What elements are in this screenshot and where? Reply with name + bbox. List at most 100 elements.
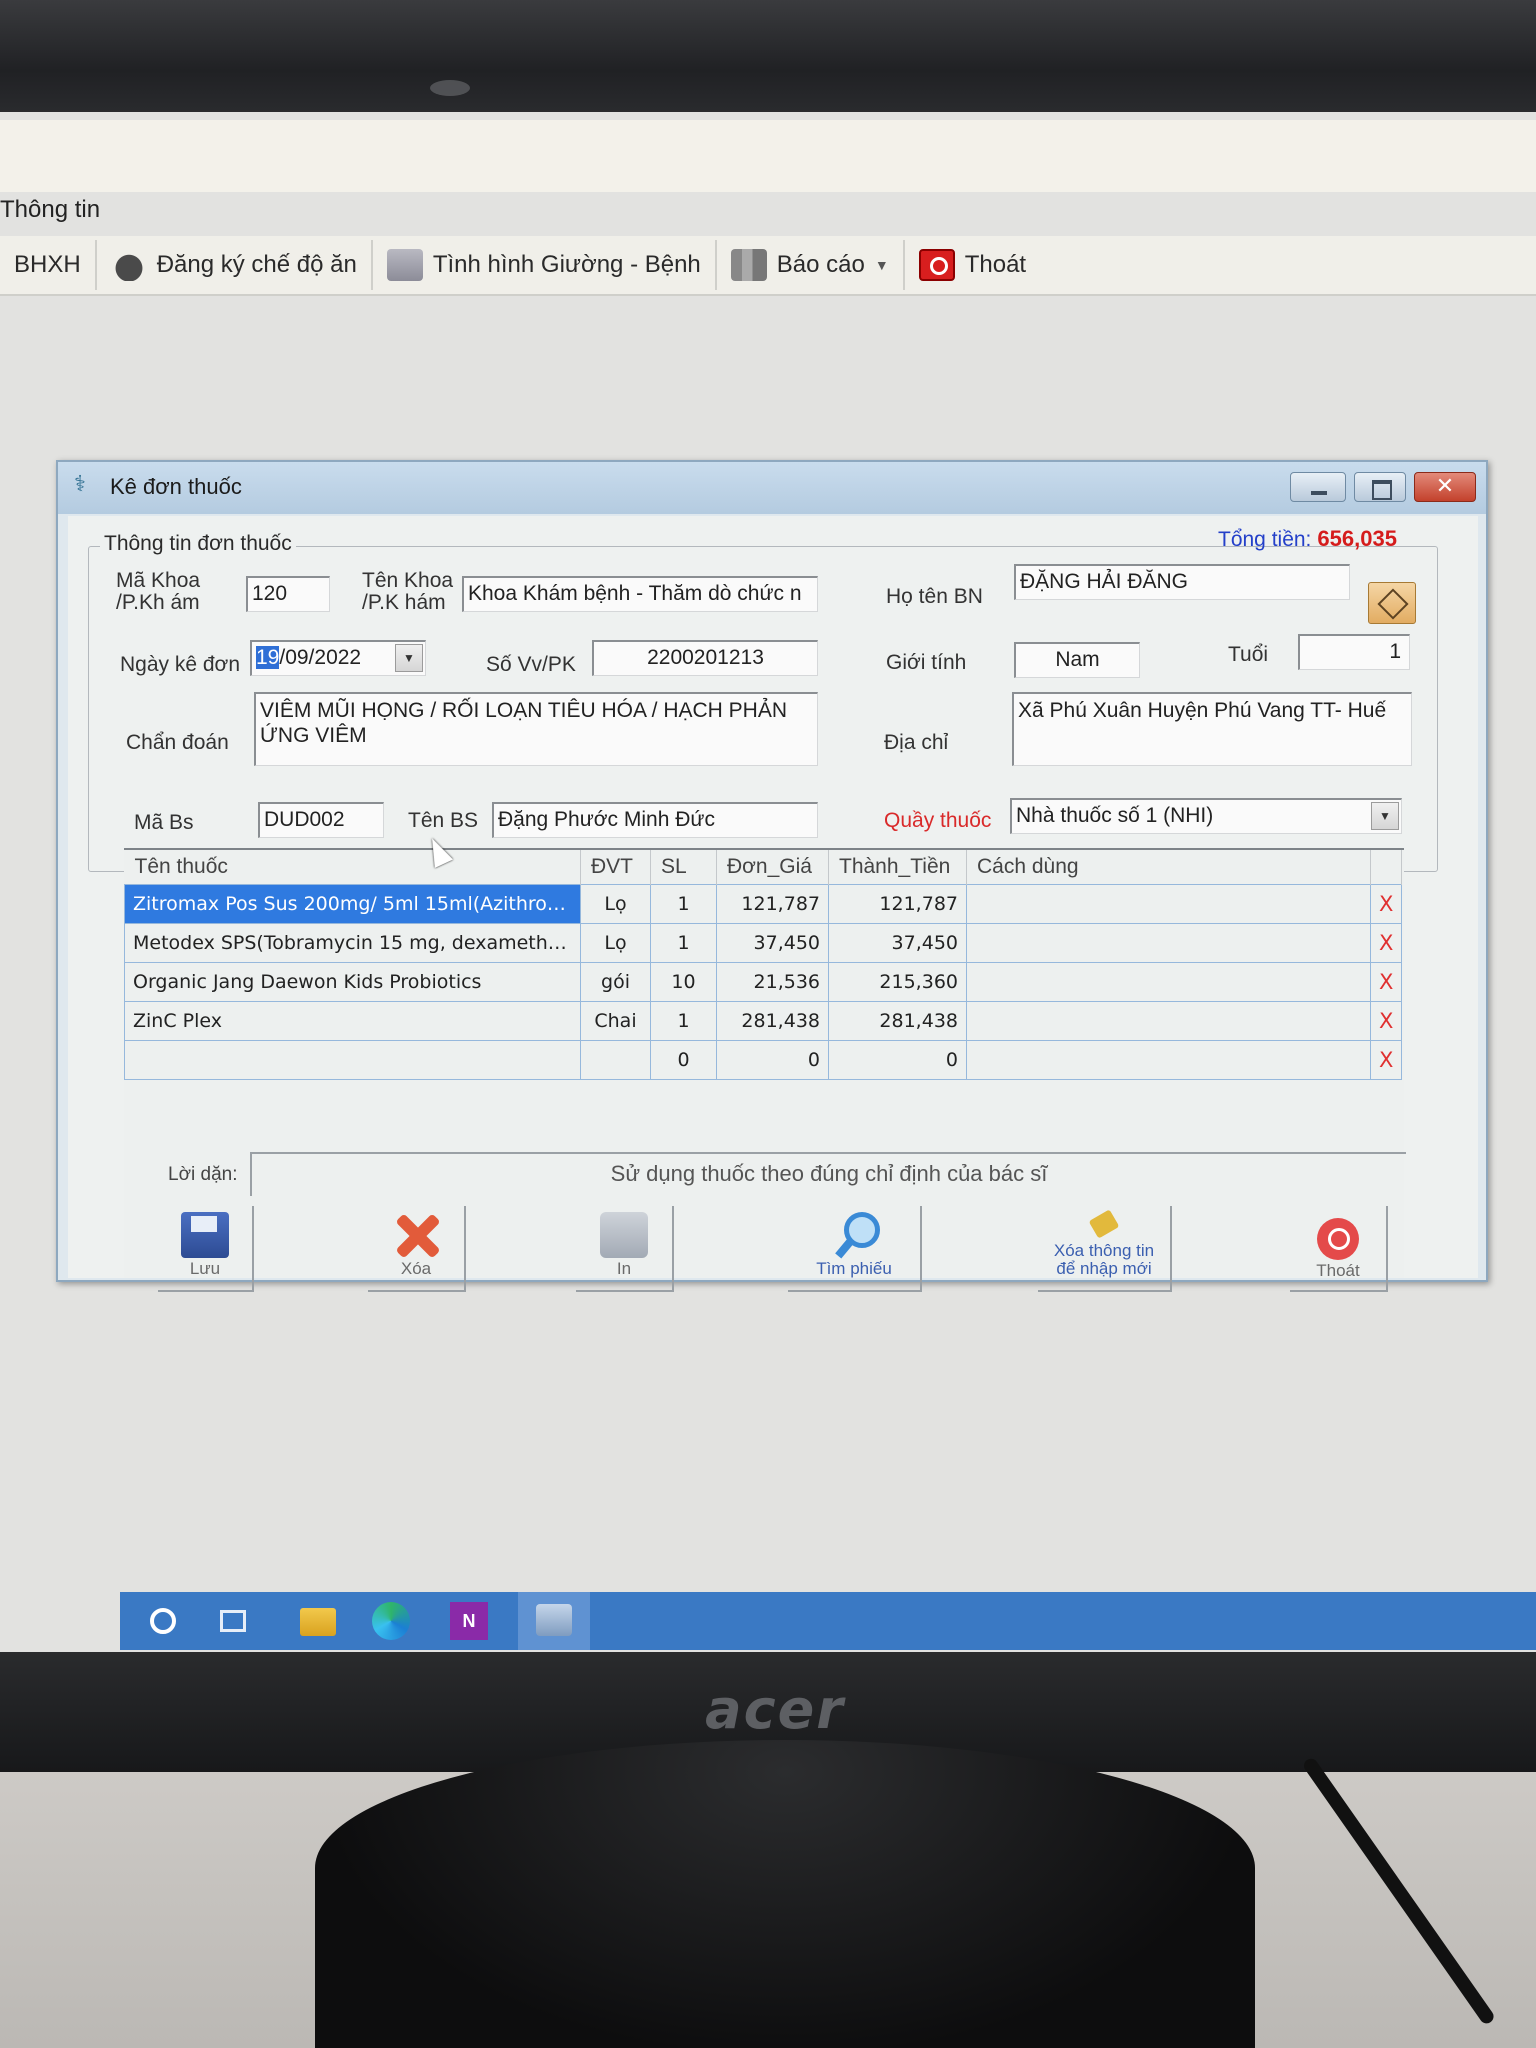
ma-bs-field[interactable]: DUD002 xyxy=(258,802,384,838)
drug-usage[interactable] xyxy=(966,883,1371,924)
minimize-button[interactable] xyxy=(1290,472,1346,502)
col-thanh-tien[interactable]: Thành_Tiền xyxy=(828,850,967,884)
drug-price[interactable]: 121,787 xyxy=(716,883,829,924)
drug-unit[interactable] xyxy=(580,1039,651,1080)
chan-doan-field[interactable]: VIÊM MŨI HỌNG / RỐI LOẠN TIÊU HÓA / HẠCH… xyxy=(254,692,818,766)
drug-usage[interactable] xyxy=(966,922,1371,963)
so-vv-field[interactable]: 2200201213 xyxy=(592,640,818,676)
gioi-tinh-field[interactable]: Nam xyxy=(1014,642,1140,678)
drug-amount[interactable]: 281,438 xyxy=(828,1000,967,1041)
chevron-down-icon[interactable]: ▼ xyxy=(395,644,423,672)
table-header-row: Tên thuốc ĐVT SL Đơn_Giá Thành_Tiền Cách… xyxy=(124,850,1403,884)
delete-row-button[interactable]: X xyxy=(1369,961,1403,1002)
menu-thong-tin[interactable]: Thông tin xyxy=(0,196,100,236)
search-icon[interactable] xyxy=(150,1608,176,1634)
ten-bs-label: Tên BS xyxy=(408,809,479,832)
section-title: Thông tin đơn thuốc xyxy=(100,532,296,556)
dialog-titlebar[interactable]: ⚕ Kê đơn thuốc ✕ xyxy=(58,462,1486,514)
ho-ten-field[interactable]: ĐẶNG HẢI ĐĂNG xyxy=(1014,564,1350,600)
patient-lookup-button[interactable] xyxy=(1368,582,1416,624)
drug-amount[interactable]: 37,450 xyxy=(828,922,967,963)
ten-bs-field[interactable]: Đặng Phước Minh Đức xyxy=(492,802,818,838)
onenote-icon[interactable]: N xyxy=(450,1602,488,1640)
drug-usage[interactable] xyxy=(966,1000,1371,1041)
drug-price[interactable]: 37,450 xyxy=(716,922,829,963)
save-icon xyxy=(181,1212,229,1258)
delete-row-button[interactable]: X xyxy=(1369,1039,1403,1080)
maximize-button[interactable] xyxy=(1354,472,1406,502)
clear-form-button[interactable]: Xóa thông tin để nhập mới xyxy=(1038,1206,1172,1292)
total-value: 656,035 xyxy=(1317,526,1397,551)
toolbar-thoat[interactable]: Thoát xyxy=(905,240,1040,290)
drug-amount[interactable]: 121,787 xyxy=(828,883,967,924)
col-sl[interactable]: SL xyxy=(650,850,717,884)
drug-qty[interactable]: 1 xyxy=(650,1000,717,1041)
drug-price[interactable]: 21,536 xyxy=(716,961,829,1002)
quay-thuoc-select[interactable]: Nhà thuốc số 1 (NHI) ▼ xyxy=(1010,798,1402,834)
print-button[interactable]: In xyxy=(576,1206,674,1292)
drug-unit[interactable]: Lọ xyxy=(580,922,651,963)
clear-label-2: để nhập mới xyxy=(1056,1259,1152,1278)
delete-row-button[interactable]: X xyxy=(1369,883,1403,924)
table-row[interactable]: 0 0 0 X xyxy=(124,1039,1403,1080)
drug-usage[interactable] xyxy=(966,1039,1371,1080)
table-row[interactable]: Organic Jang Daewon Kids Probiotics gói … xyxy=(124,961,1403,1002)
ma-khoa-field[interactable]: 120 xyxy=(246,576,330,612)
task-view-icon[interactable] xyxy=(220,1610,246,1632)
drug-name[interactable]: Organic Jang Daewon Kids Probiotics xyxy=(124,961,581,1002)
ngay-ke-don-label: Ngày kê đơn xyxy=(120,653,241,676)
delete-row-button[interactable]: X xyxy=(1369,922,1403,963)
ngay-ke-don-picker[interactable]: 19/09/2022 ▼ xyxy=(250,640,426,676)
delete-icon xyxy=(392,1212,440,1258)
toolbar-bao-cao[interactable]: Báo cáo ▼ xyxy=(717,240,905,290)
drug-usage[interactable] xyxy=(966,961,1371,1002)
drug-amount[interactable]: 0 xyxy=(828,1039,967,1080)
drug-price[interactable]: 281,438 xyxy=(716,1000,829,1041)
delete-button[interactable]: Xóa xyxy=(368,1206,466,1292)
edge-browser-icon[interactable] xyxy=(372,1602,410,1640)
find-label: Tìm phiếu xyxy=(816,1259,892,1278)
drug-name[interactable] xyxy=(124,1039,581,1080)
find-prescription-button[interactable]: Tìm phiếu xyxy=(788,1206,922,1292)
chevron-down-icon[interactable]: ▼ xyxy=(1371,802,1399,830)
exit-icon xyxy=(918,249,955,281)
drug-name[interactable]: Zitromax Pos Sus 200mg/ 5ml 15ml(Azithro… xyxy=(124,883,581,924)
drug-qty[interactable]: 1 xyxy=(650,883,717,924)
drug-name[interactable]: ZinC Plex xyxy=(124,1000,581,1041)
col-ten-thuoc[interactable]: Tên thuốc xyxy=(124,850,581,884)
file-explorer-icon[interactable] xyxy=(300,1608,336,1636)
monitor-stand-base xyxy=(315,1740,1255,2048)
power-icon xyxy=(1317,1218,1359,1260)
save-button[interactable]: Lưu xyxy=(158,1206,254,1292)
drug-qty[interactable]: 0 xyxy=(650,1039,717,1080)
ma-khoa-label: Mã Khoa /P.Kh ám xyxy=(116,569,201,614)
active-app-icon[interactable] xyxy=(518,1592,590,1650)
drug-amount[interactable]: 215,360 xyxy=(828,961,967,1002)
toolbar-bhxh[interactable]: BHXH xyxy=(0,240,97,290)
drug-price[interactable]: 0 xyxy=(716,1039,829,1080)
total-label: Tổng tiền: xyxy=(1218,528,1312,551)
table-row[interactable]: ZinC Plex Chai 1 281,438 281,438 X xyxy=(124,1000,1403,1041)
ten-khoa-field[interactable]: Khoa Khám bệnh - Thăm dò chức n xyxy=(462,576,818,612)
drug-qty[interactable]: 1 xyxy=(650,922,717,963)
drug-unit[interactable]: Chai xyxy=(580,1000,651,1041)
toolbar-dang-ky-che-do-an[interactable]: Đăng ký chế độ ăn xyxy=(97,240,373,290)
exit-label: Thoát xyxy=(1316,1261,1360,1280)
drug-unit[interactable]: Lọ xyxy=(580,883,651,924)
note-field[interactable]: Sử dụng thuốc theo đúng chỉ định của bác… xyxy=(250,1152,1406,1196)
drug-name[interactable]: Metodex SPS(Tobramycin 15 mg, dexameth… xyxy=(124,922,581,963)
table-row[interactable]: Metodex SPS(Tobramycin 15 mg, dexameth… … xyxy=(124,922,1403,963)
delete-row-button[interactable]: X xyxy=(1369,1000,1403,1041)
chevron-down-icon[interactable]: ▼ xyxy=(875,257,889,273)
drug-qty[interactable]: 10 xyxy=(650,961,717,1002)
toolbar-tinh-hinh-giuong[interactable]: Tình hình Giường - Bệnh xyxy=(373,240,717,290)
exit-button[interactable]: Thoát xyxy=(1290,1206,1388,1292)
col-dvt[interactable]: ĐVT xyxy=(580,850,651,884)
dia-chi-field[interactable]: Xã Phú Xuân Huyện Phú Vang TT- Huế xyxy=(1012,692,1412,766)
col-don-gia[interactable]: Đơn_Giá xyxy=(716,850,829,884)
table-row[interactable]: Zitromax Pos Sus 200mg/ 5ml 15ml(Azithro… xyxy=(124,883,1403,924)
close-button[interactable]: ✕ xyxy=(1414,472,1476,502)
tuoi-field[interactable]: 1 xyxy=(1298,634,1410,670)
col-cach-dung[interactable]: Cách dùng xyxy=(966,850,1371,884)
drug-unit[interactable]: gói xyxy=(580,961,651,1002)
